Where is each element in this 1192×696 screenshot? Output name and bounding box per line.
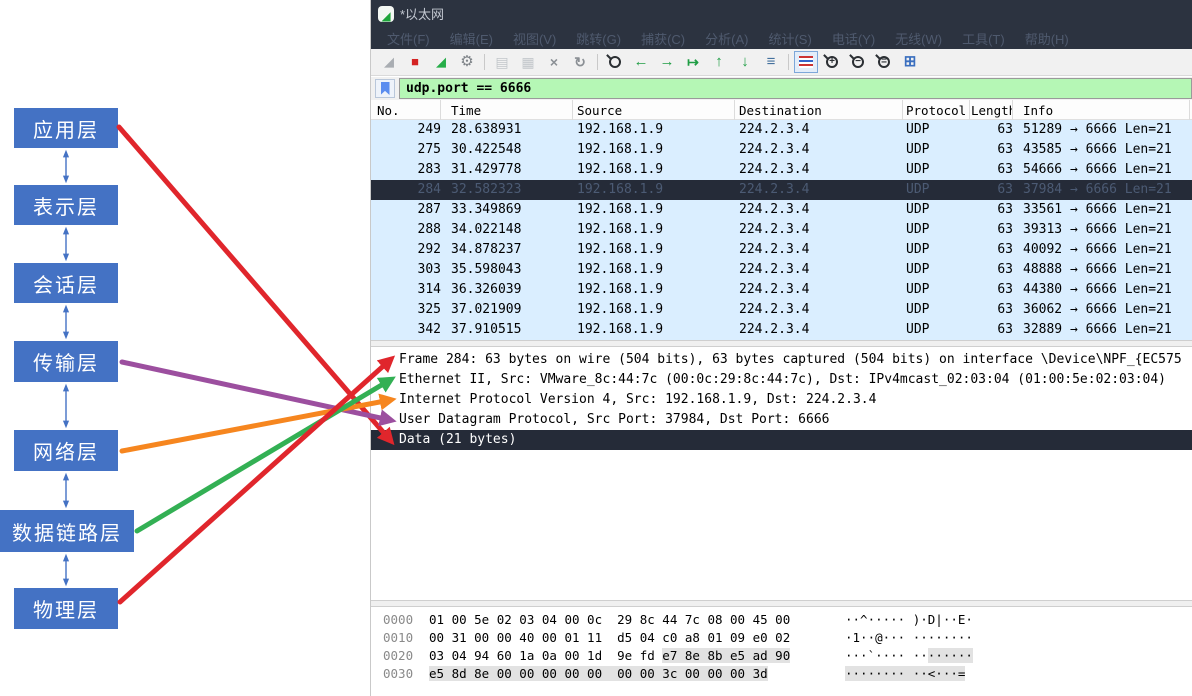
go-top-icon[interactable]: ↑ [707,51,731,73]
detail-udp[interactable]: User Datagram Protocol, Src Port: 37984,… [371,410,1192,430]
zoom-out-icon[interactable]: − [846,51,870,73]
menu-tools[interactable]: 工具(T) [952,29,1015,48]
menu-go[interactable]: 跳转(G) [566,29,631,48]
table-row[interactable]: 283 31.429778 192.168.1.9 224.2.3.4 UDP … [371,160,1192,180]
line-datalink-to-ethernet [137,380,390,531]
reload-icon[interactable]: ↻ [568,51,592,73]
layer-box-presentation: 表示层 [14,185,118,225]
wireshark-logo-icon: ◢ [378,6,394,22]
detail-ip[interactable]: Internet Protocol Version 4, Src: 192.16… [371,390,1192,410]
zoom-in-icon[interactable]: + [820,51,844,73]
column-header-time[interactable]: Time [451,100,573,120]
line-physical-to-frame [120,360,390,602]
column-header-length[interactable]: Length [971,100,1013,120]
colorize-icon[interactable] [794,51,818,73]
detail-ethernet[interactable]: Ethernet II, Src: VMware_8c:44:7c (00:0c… [371,370,1192,390]
save-file-icon[interactable]: ▤ [490,51,514,73]
hex-row[interactable]: 0030 e5 8d 8e 00 00 00 00 00 00 00 3c 00… [383,666,1192,684]
layer-box-datalink: 数据链路层 [0,510,134,552]
packet-list: 249 28.638931 192.168.1.9 224.2.3.4 UDP … [371,120,1192,340]
pane-splitter-bottom[interactable] [371,600,1192,607]
line-transport-to-udp [122,362,390,420]
go-back-icon[interactable]: ← [629,51,653,73]
menu-statistics[interactable]: 统计(S) [758,29,821,48]
packet-detail-pane: Frame 284: 63 bytes on wire (504 bits), … [371,347,1192,600]
bookmark-icon [381,82,390,95]
wireshark-window: ◢ *以太网 文件(F)编辑(E)视图(V)跳转(G)捕获(C)分析(A)统计(… [370,0,1192,696]
hex-dump-pane: 0000 01 00 5e 02 03 04 00 0c 29 8c 44 7c… [371,607,1192,696]
window-title: *以太网 [400,4,444,23]
layer-box-transport: 传输层 [14,341,118,382]
layer-box-application: 应用层 [14,108,118,148]
filter-bar [371,77,1192,100]
column-header-info[interactable]: Info [1023,100,1190,120]
go-to-packet-icon[interactable]: ↦ [681,51,705,73]
hex-row[interactable]: 0020 03 04 94 60 1a 0a 00 1d 9e fd e7 8e… [383,648,1192,666]
line-application-to-data [119,127,390,440]
menu-file[interactable]: 文件(F) [377,29,440,48]
menu-capture[interactable]: 捕获(C) [631,29,695,48]
autoscroll-icon[interactable]: ≡ [759,51,783,73]
toolbar-separator [785,51,792,73]
layer-box-physical: 物理层 [14,588,118,629]
menu-bar: 文件(F)编辑(E)视图(V)跳转(G)捕获(C)分析(A)统计(S)电话(Y)… [371,27,1192,49]
menu-help[interactable]: 帮助(H) [1015,29,1079,48]
packet-list-header: No. Time Source Destination Protocol Len… [371,100,1192,120]
go-forward-icon[interactable]: → [655,51,679,73]
menu-view[interactable]: 视图(V) [503,29,566,48]
table-row[interactable]: 287 33.349869 192.168.1.9 224.2.3.4 UDP … [371,200,1192,220]
find-packet-icon[interactable] [603,51,627,73]
menu-edit[interactable]: 编辑(E) [440,29,503,48]
detail-frame[interactable]: Frame 284: 63 bytes on wire (504 bits), … [371,350,1192,370]
resize-columns-icon[interactable]: ⊞ [898,51,922,73]
stop-capture-icon[interactable]: ■ [403,51,427,73]
filter-input[interactable] [399,78,1192,99]
main-toolbar: ◢■◢⚙▤▦×↻←→↦↑↓≡+−=⊞ [371,49,1192,76]
go-bottom-icon[interactable]: ↓ [733,51,757,73]
table-row[interactable]: 284 32.582323 192.168.1.9 224.2.3.4 UDP … [371,180,1192,200]
table-row[interactable]: 275 30.422548 192.168.1.9 224.2.3.4 UDP … [371,140,1192,160]
table-row[interactable]: 314 36.326039 192.168.1.9 224.2.3.4 UDP … [371,280,1192,300]
file-properties-icon[interactable]: ▦ [516,51,540,73]
toolbar-separator [481,51,488,73]
column-header-source[interactable]: Source [577,100,735,120]
start-capture-icon[interactable]: ◢ [377,51,401,73]
table-row[interactable]: 325 37.021909 192.168.1.9 224.2.3.4 UDP … [371,300,1192,320]
screen: 应用层 表示层 会话层 传输层 网络层 数据链路层 物理层 ◢ *以太网 文件(… [0,0,1192,696]
table-row[interactable]: 288 34.022148 192.168.1.9 224.2.3.4 UDP … [371,220,1192,240]
close-file-icon[interactable]: × [542,51,566,73]
menu-analyze[interactable]: 分析(A) [695,29,758,48]
capture-options-icon[interactable]: ⚙ [455,51,479,73]
restart-capture-icon[interactable]: ◢ [429,51,453,73]
filter-bookmark-button[interactable] [375,79,395,98]
table-row[interactable]: 249 28.638931 192.168.1.9 224.2.3.4 UDP … [371,120,1192,140]
hex-row[interactable]: 0000 01 00 5e 02 03 04 00 0c 29 8c 44 7c… [383,612,1192,630]
layer-box-session: 会话层 [14,263,118,303]
toolbar-separator [594,51,601,73]
table-row[interactable]: 303 35.598043 192.168.1.9 224.2.3.4 UDP … [371,260,1192,280]
line-network-to-ip [122,400,390,451]
column-header-no[interactable]: No. [371,100,441,120]
table-row[interactable]: 342 37.910515 192.168.1.9 224.2.3.4 UDP … [371,320,1192,340]
zoom-100-icon[interactable]: = [872,51,896,73]
detail-data[interactable]: Data (21 bytes) [371,430,1192,450]
hex-row[interactable]: 0010 00 31 00 00 40 00 01 11 d5 04 c0 a8… [383,630,1192,648]
column-header-destination[interactable]: Destination [739,100,903,120]
pane-splitter-top[interactable] [371,340,1192,347]
table-row[interactable]: 292 34.878237 192.168.1.9 224.2.3.4 UDP … [371,240,1192,260]
menu-telephony[interactable]: 电话(Y) [822,29,885,48]
menu-wireless[interactable]: 无线(W) [885,29,952,48]
title-bar: ◢ *以太网 [371,0,1192,27]
layer-box-network: 网络层 [14,430,118,471]
column-header-protocol[interactable]: Protocol [906,100,970,120]
